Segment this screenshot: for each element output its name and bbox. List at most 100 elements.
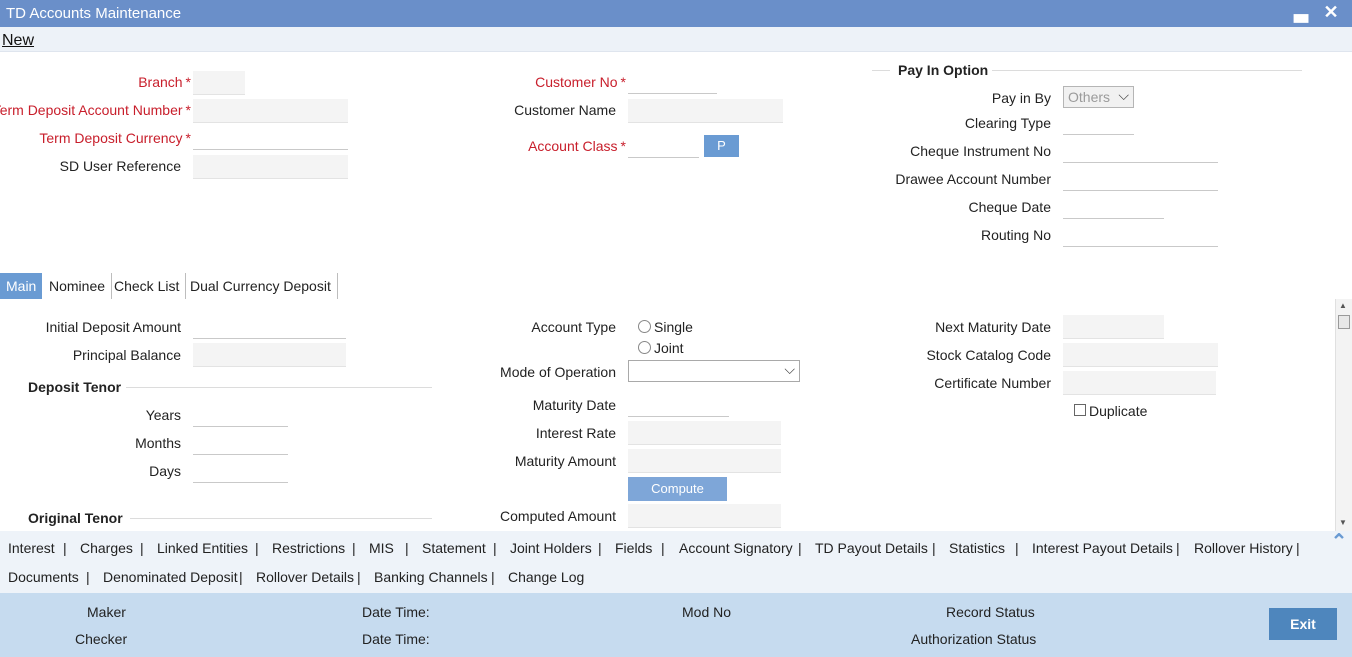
drawee-account-number-label: Drawee Account Number — [895, 171, 1051, 187]
branch-field[interactable] — [193, 71, 245, 95]
link-separator: | — [239, 569, 243, 585]
scroll-up-icon[interactable]: ▲ — [1339, 301, 1347, 310]
maturity-date-field[interactable] — [628, 393, 729, 417]
scrollbar-thumb[interactable] — [1338, 315, 1350, 329]
mode-of-operation-select[interactable]: ⌵ — [628, 360, 800, 382]
pay-in-by-value: Others — [1068, 89, 1111, 105]
next-maturity-date-field[interactable] — [1063, 315, 1164, 339]
years-field[interactable] — [193, 403, 288, 427]
link-separator: | — [661, 540, 665, 556]
days-field[interactable] — [193, 459, 288, 483]
link-linked-entities[interactable]: Linked Entities — [157, 540, 248, 556]
branch-label: Branch * — [138, 74, 191, 90]
interest-rate-field[interactable] — [628, 421, 781, 445]
link-separator: | — [493, 540, 497, 556]
tab-nominee[interactable]: Nominee — [43, 273, 113, 299]
title-bar: TD Accounts Maintenance ▃ ✕ — [0, 0, 1352, 27]
link-rollover-details[interactable]: Rollover Details — [256, 569, 354, 585]
routing-no-label: Routing No — [980, 227, 1051, 243]
chevron-down-icon: ⌵ — [784, 361, 795, 377]
minimize-icon[interactable]: ▃ — [1291, 1, 1311, 25]
link-interest[interactable]: Interest — [8, 540, 55, 556]
link-separator: | — [86, 569, 90, 585]
link-separator: | — [598, 540, 602, 556]
link-separator: | — [255, 540, 259, 556]
chevron-down-icon: ⌵ — [1118, 87, 1129, 103]
link-separator: | — [352, 540, 356, 556]
duplicate-checkbox[interactable] — [1074, 404, 1086, 416]
tab-dual-currency-deposit[interactable]: Dual Currency Deposit — [184, 273, 338, 299]
menu-bar: New — [0, 27, 1352, 52]
link-denominated-deposit[interactable]: Denominated Deposit — [103, 569, 238, 585]
stock-catalog-code-field[interactable] — [1063, 343, 1218, 367]
checker-date-time-label: Date Time: — [362, 631, 430, 647]
original-tenor-section-line — [130, 518, 432, 519]
link-mis[interactable]: MIS — [369, 540, 394, 556]
certificate-number-field[interactable] — [1063, 371, 1216, 395]
pay-in-by-select[interactable]: Others ⌵ — [1063, 86, 1134, 108]
customer-no-field[interactable] — [628, 70, 717, 94]
checker-label: Checker — [75, 631, 128, 647]
tab-main[interactable]: Main — [0, 273, 43, 299]
link-statistics[interactable]: Statistics — [949, 540, 1005, 556]
link-joint-holders[interactable]: Joint Holders — [510, 540, 592, 556]
cheque-instrument-no-field[interactable] — [1063, 139, 1218, 163]
principal-balance-field[interactable] — [193, 343, 346, 367]
scroll-down-icon[interactable]: ▼ — [1339, 518, 1347, 527]
sd-user-reference-field[interactable] — [193, 155, 348, 179]
initial-deposit-amount-field[interactable] — [193, 315, 346, 339]
maker-date-time-label: Date Time: — [362, 604, 430, 620]
cheque-date-label: Cheque Date — [968, 199, 1051, 215]
link-banking-channels[interactable]: Banking Channels — [374, 569, 488, 585]
account-class-field[interactable] — [628, 134, 699, 158]
mode-of-operation-label: Mode of Operation — [500, 364, 616, 380]
new-link[interactable]: New — [2, 32, 34, 50]
pay-in-section-line — [992, 70, 1302, 71]
td-account-number-field[interactable] — [193, 99, 348, 123]
next-maturity-date-label: Next Maturity Date — [935, 319, 1051, 335]
exit-button[interactable]: Exit — [1269, 608, 1337, 640]
link-change-log[interactable]: Change Log — [508, 569, 584, 585]
tab-check-list[interactable]: Check List — [108, 273, 187, 299]
customer-name-label: Customer Name — [514, 102, 616, 118]
compute-button[interactable]: Compute — [628, 477, 727, 501]
link-interest-payout-details[interactable]: Interest Payout Details — [1032, 540, 1173, 556]
clearing-type-field[interactable] — [1063, 111, 1134, 135]
account-type-joint-radio[interactable] — [638, 341, 651, 354]
pay-in-section-line-left — [872, 70, 890, 71]
link-fields[interactable]: Fields — [615, 540, 652, 556]
link-separator: | — [405, 540, 409, 556]
link-restrictions[interactable]: Restrictions — [272, 540, 345, 556]
link-separator: | — [491, 569, 495, 585]
vertical-scrollbar[interactable]: ▲ ▼ — [1335, 299, 1352, 531]
window-title: TD Accounts Maintenance — [6, 5, 182, 22]
cheque-date-field[interactable] — [1063, 195, 1164, 219]
years-label: Years — [145, 407, 181, 423]
link-separator: | — [1176, 540, 1180, 556]
months-field[interactable] — [193, 431, 288, 455]
link-rollover-history[interactable]: Rollover History — [1194, 540, 1293, 556]
link-charges[interactable]: Charges — [80, 540, 133, 556]
initial-deposit-amount-label: Initial Deposit Amount — [45, 319, 181, 335]
link-account-signatory[interactable]: Account Signatory — [679, 540, 793, 556]
principal-balance-label: Principal Balance — [72, 347, 181, 363]
maker-label: Maker — [87, 604, 126, 620]
collapse-up-icon[interactable]: ⌃ — [1328, 532, 1350, 552]
account-type-joint-label: Joint — [654, 340, 684, 356]
customer-name-field[interactable] — [628, 99, 783, 123]
link-statement[interactable]: Statement — [422, 540, 486, 556]
close-icon[interactable]: ✕ — [1321, 1, 1341, 25]
link-separator: | — [140, 540, 144, 556]
routing-no-field[interactable] — [1063, 223, 1218, 247]
link-td-payout-details[interactable]: TD Payout Details — [815, 540, 928, 556]
link-documents[interactable]: Documents — [8, 569, 79, 585]
account-class-lov-button[interactable]: P — [704, 135, 739, 157]
maturity-amount-field[interactable] — [628, 449, 781, 473]
account-type-label: Account Type — [531, 319, 616, 335]
td-currency-field[interactable] — [193, 126, 348, 150]
drawee-account-number-field[interactable] — [1063, 167, 1218, 191]
pay-in-section-title: Pay In Option — [898, 62, 989, 78]
computed-amount-field[interactable] — [628, 504, 781, 528]
account-type-single-radio[interactable] — [638, 320, 651, 333]
pay-in-by-label: Pay in By — [991, 90, 1051, 106]
